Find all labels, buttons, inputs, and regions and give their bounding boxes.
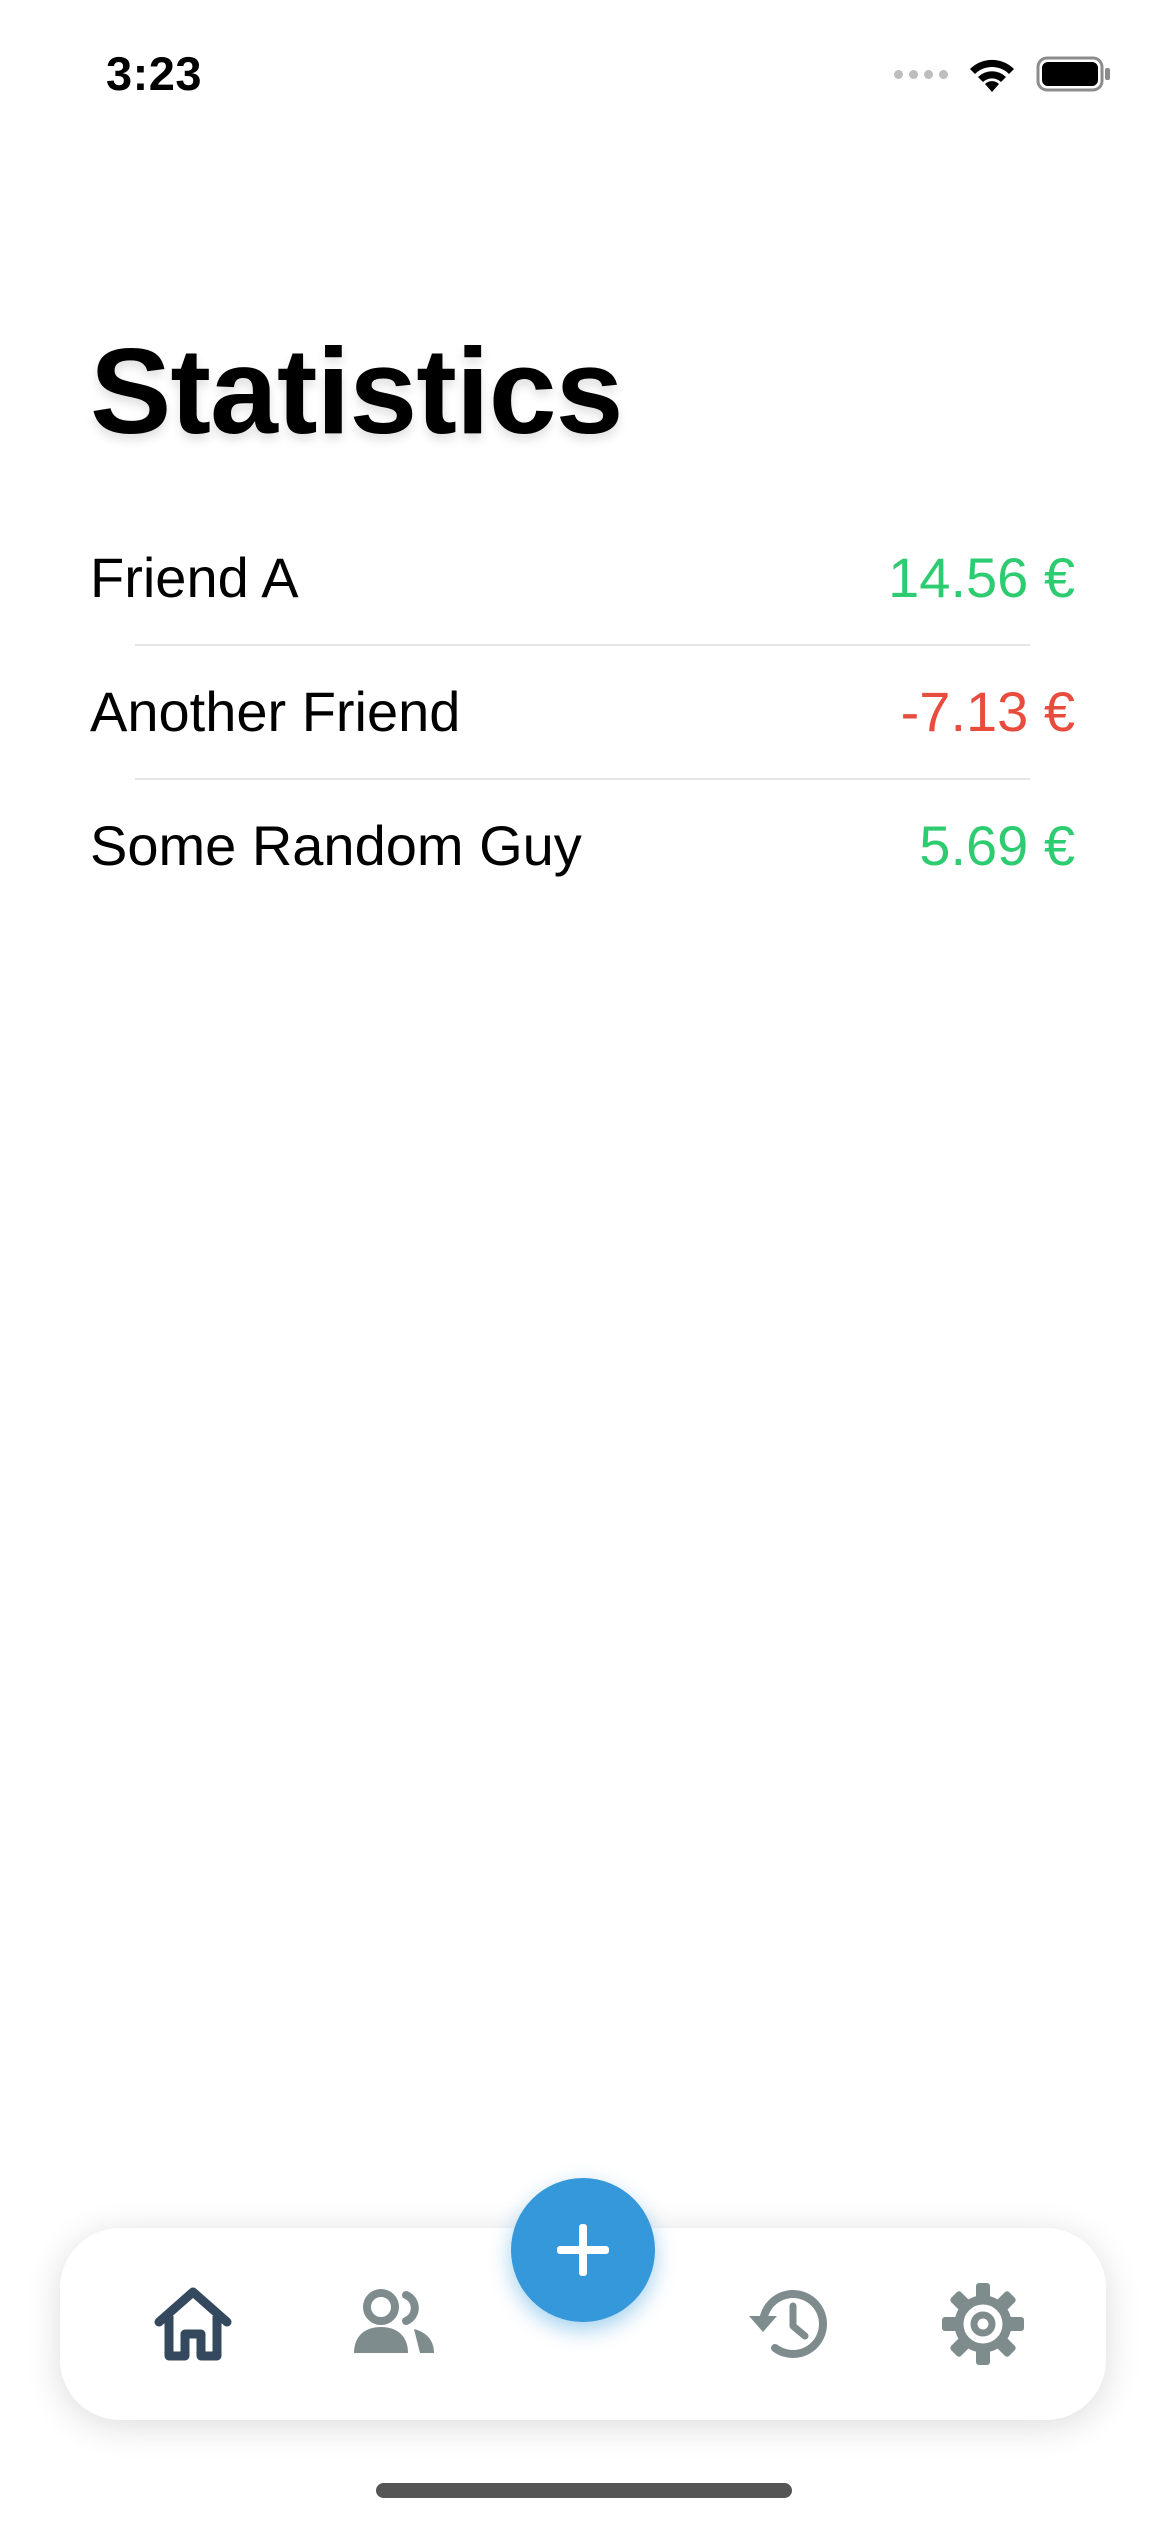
friend-balance: -7.13 € [900,679,1075,743]
friend-row[interactable]: Some Random Guy 5.69 € [90,778,1075,912]
tab-friends[interactable] [343,2274,443,2374]
status-time: 3:23 [106,47,203,100]
friend-name: Friend A [90,545,299,609]
wifi-icon [970,59,1014,92]
add-button[interactable] [511,2178,655,2322]
friend-list: Friend A 14.56 € Another Friend -7.13 € … [90,510,1075,912]
status-bar: 3:23 [0,0,1170,150]
friend-balance: 14.56 € [888,545,1075,609]
friend-row[interactable]: Friend A 14.56 € [90,510,1075,644]
gear-icon [942,2283,1024,2365]
plus-icon [557,2224,609,2276]
friend-name: Another Friend [90,679,461,743]
cellular-signal-icon [894,69,948,79]
page-title: Statistics [90,323,623,459]
history-icon [749,2290,827,2358]
users-icon [354,2289,434,2353]
tab-home[interactable] [143,2274,243,2374]
friend-row[interactable]: Another Friend -7.13 € [90,644,1075,778]
tab-history[interactable] [737,2274,837,2374]
friend-balance: 5.69 € [919,813,1075,877]
friend-name: Some Random Guy [90,813,582,877]
home-icon [154,2287,232,2361]
battery-icon [1036,56,1110,92]
status-icons [894,54,1112,94]
tab-settings[interactable] [933,2274,1033,2374]
home-indicator[interactable] [376,2483,792,2498]
